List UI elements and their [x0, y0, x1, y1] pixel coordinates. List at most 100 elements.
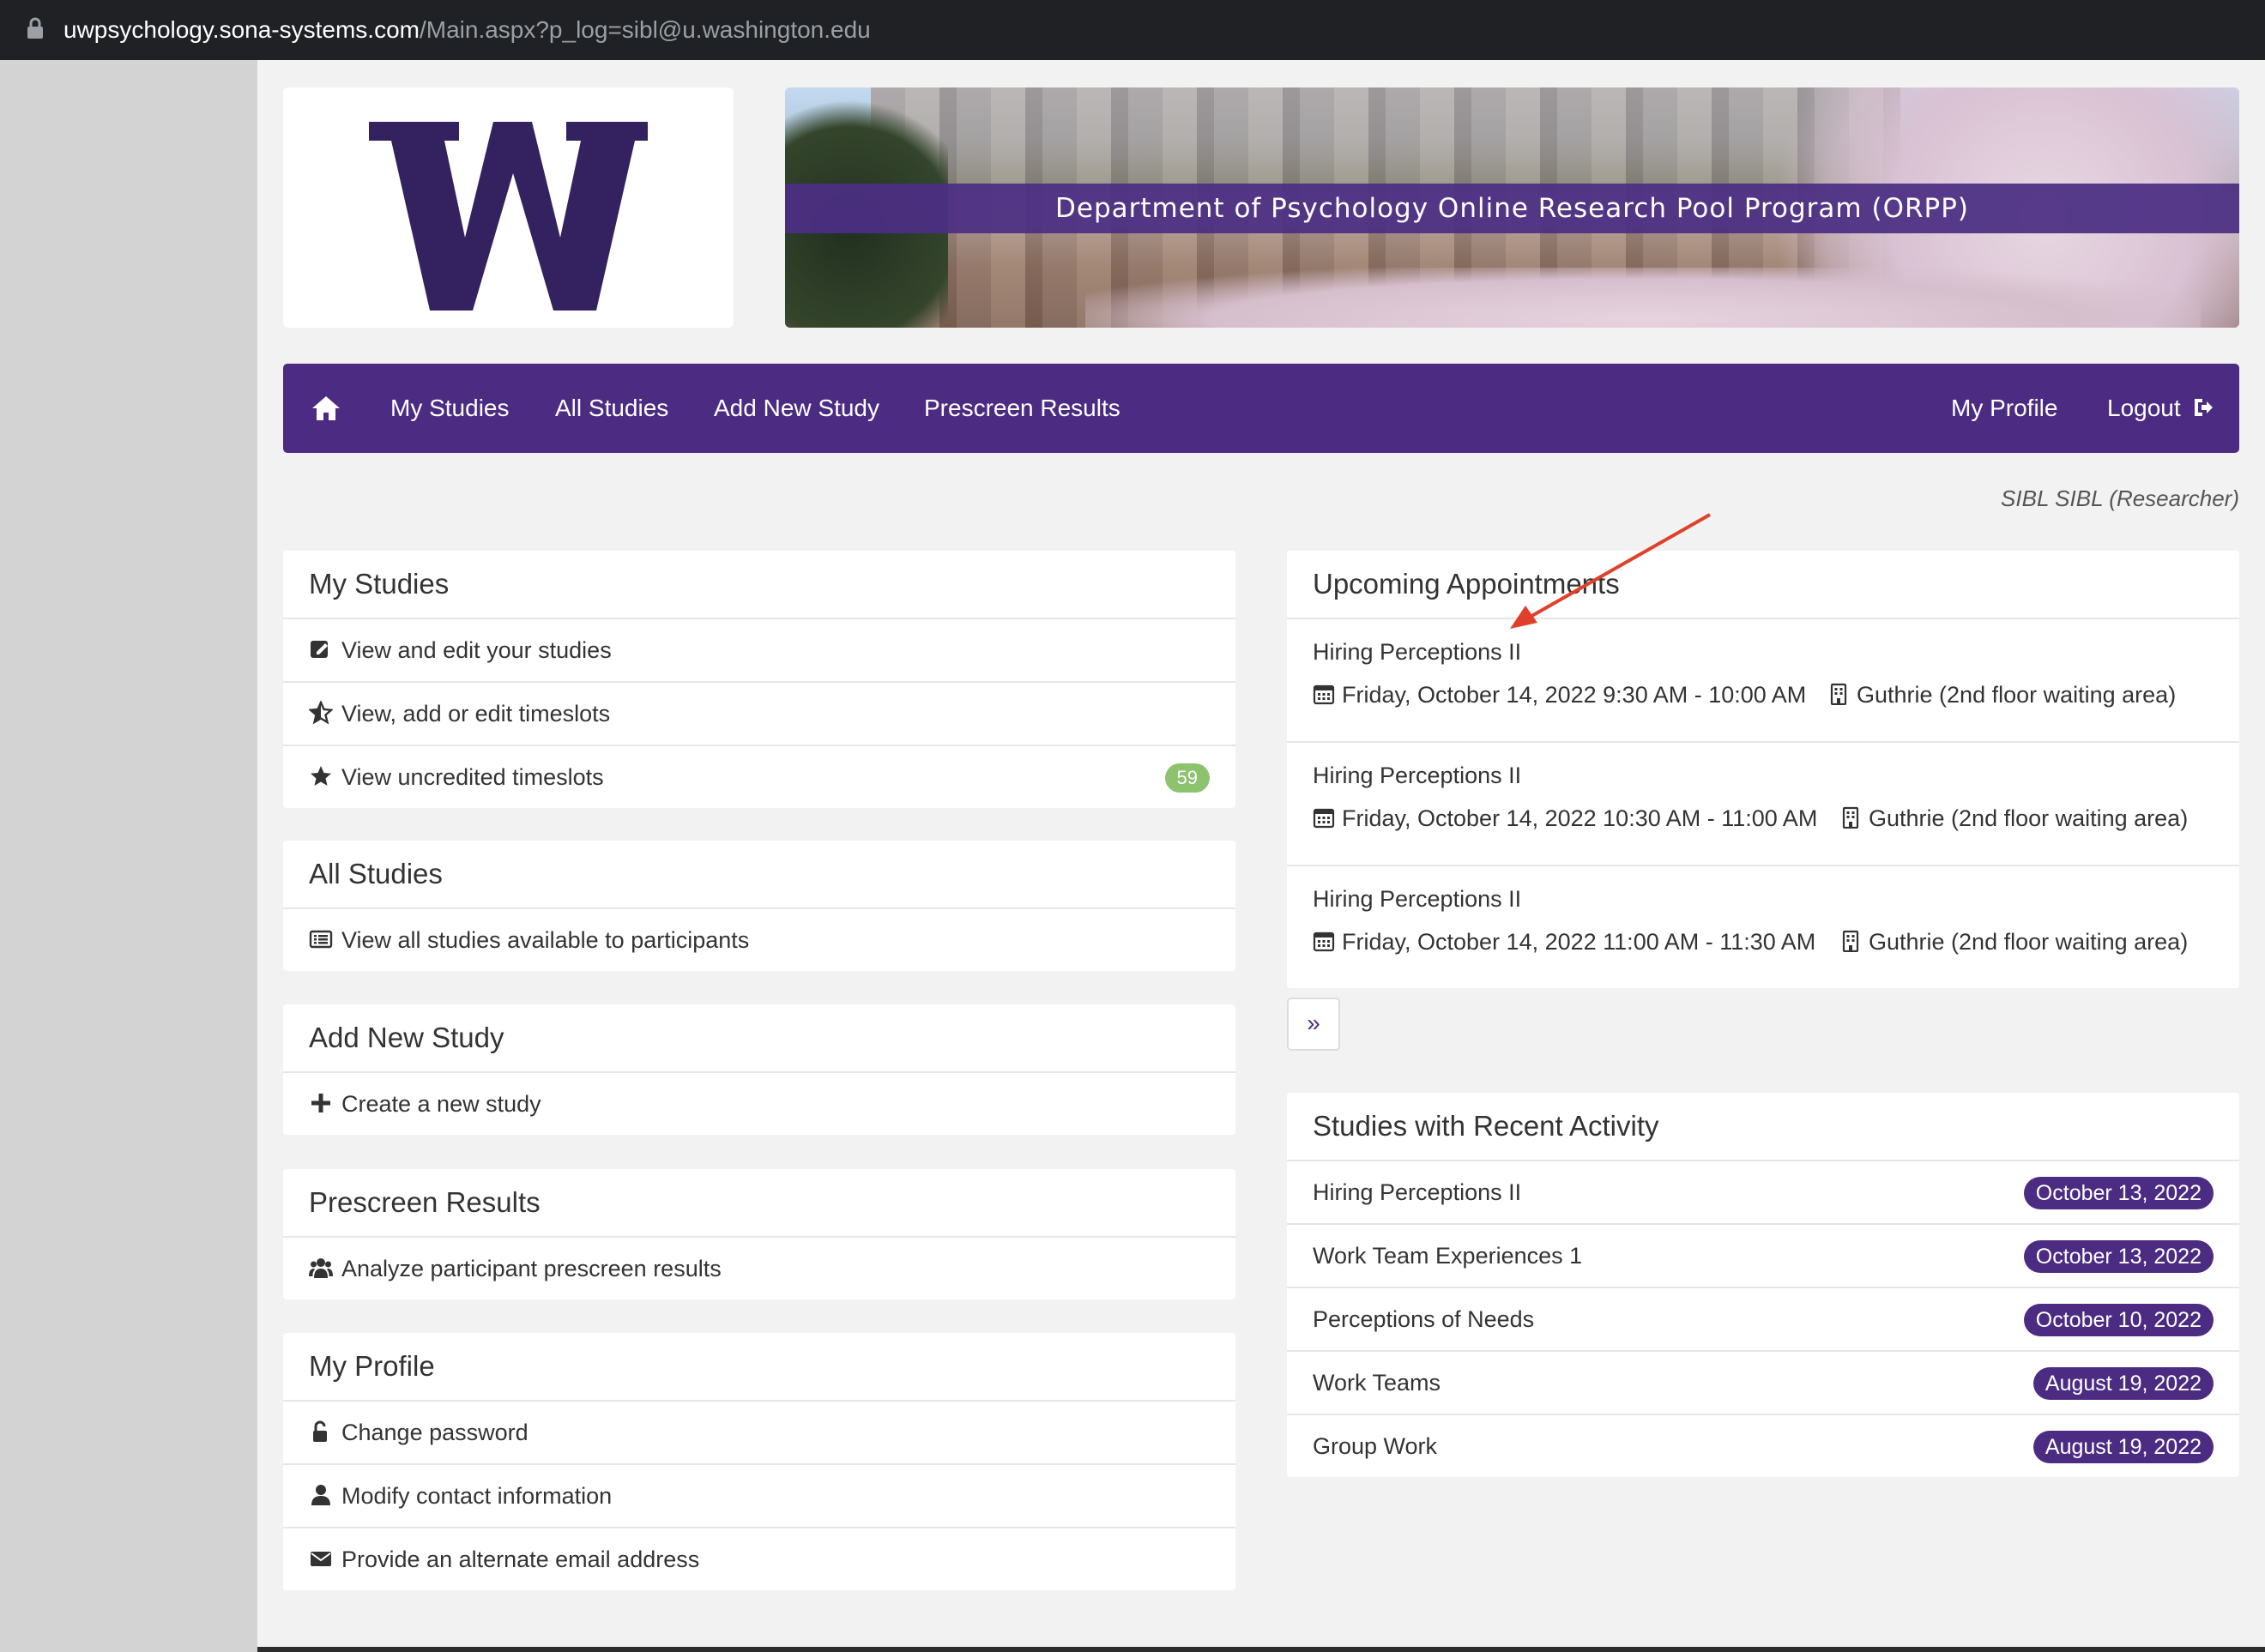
link-change-password[interactable]: Change password — [283, 1402, 1235, 1465]
edit-icon — [311, 640, 328, 658]
recent-study-row[interactable]: Group Work August 19, 2022 — [1287, 1415, 2239, 1477]
calendar-icon — [1313, 684, 1335, 704]
recent-study-name: Hiring Perceptions II — [1313, 1179, 1522, 1205]
user-icon — [311, 1484, 330, 1505]
appointment-location-text: Guthrie (2nd floor waiting area) — [1869, 805, 2189, 831]
link-modify-contact[interactable]: Modify contact information — [283, 1465, 1235, 1528]
appointment-study: Hiring Perceptions II — [1313, 886, 1522, 912]
banner-title: Department of Psychology Online Research… — [785, 184, 2239, 233]
url-path: /Main.aspx?p_log=sibl@u.washington.edu — [419, 16, 871, 43]
star-icon — [311, 765, 331, 786]
row-label: View uncredited timeslots — [341, 764, 604, 790]
nav-prescreen-results[interactable]: Prescreen Results — [924, 364, 1120, 453]
nav-my-profile[interactable]: My Profile — [1951, 364, 2057, 453]
row-label: Provide an alternate email address — [341, 1546, 700, 1572]
uw-logo[interactable] — [283, 87, 734, 328]
panel-recent-activity: Studies with Recent Activity Hiring Perc… — [1287, 1093, 2239, 1477]
recent-date-badge: October 13, 2022 — [2023, 1240, 2214, 1273]
lock-icon — [27, 17, 43, 39]
banner-blossoms-bottom — [1085, 268, 2201, 328]
home-icon[interactable] — [311, 395, 341, 422]
list-icon — [309, 930, 333, 949]
appointment-item[interactable]: Hiring Perceptions II Friday, October 14… — [1287, 866, 2239, 988]
link-uncredited-timeslots[interactable]: View uncredited timeslots 59 — [283, 746, 1235, 808]
row-label: View and edit your studies — [341, 637, 612, 663]
appointment-study: Hiring Perceptions II — [1313, 763, 1522, 788]
recent-date-badge: October 10, 2022 — [2023, 1304, 2214, 1336]
nav-logout-label: Logout — [2107, 395, 2181, 421]
appointment-time: Friday, October 14, 2022 9:30 AM - 10:00… — [1313, 678, 1806, 712]
appointment-item[interactable]: Hiring Perceptions II Friday, October 14… — [1287, 743, 2239, 866]
link-edit-timeslots[interactable]: View, add or edit timeslots — [283, 683, 1235, 746]
calendar-icon — [1313, 808, 1335, 828]
nav-logout[interactable]: Logout — [2107, 364, 2214, 453]
row-label: Modify contact information — [341, 1483, 613, 1509]
appointment-location: Guthrie (2nd floor waiting area) — [1827, 678, 2176, 712]
appointment-time-text: Friday, October 14, 2022 11:00 AM - 11:3… — [1342, 929, 1816, 955]
recent-date-badge: August 19, 2022 — [2032, 1431, 2214, 1463]
row-label: Change password — [341, 1420, 528, 1445]
panel-title: My Studies — [283, 551, 1235, 619]
link-analyze-prescreen[interactable]: Analyze participant prescreen results — [283, 1238, 1235, 1299]
appointment-location-text: Guthrie (2nd floor waiting area) — [1869, 929, 2189, 955]
url-host: uwpsychology.sona-systems.com — [63, 16, 420, 43]
footer-divider — [257, 1647, 2265, 1652]
panel-upcoming-appointments: Upcoming Appointments Hiring Perceptions… — [1287, 551, 2239, 988]
appointment-location: Guthrie (2nd floor waiting area) — [1839, 801, 2188, 835]
panel-title: Upcoming Appointments — [1287, 551, 2239, 619]
current-user: SIBL SIBL (Researcher) — [2001, 485, 2239, 511]
recent-study-name: Work Teams — [1313, 1370, 1441, 1396]
recent-date-badge: October 13, 2022 — [2023, 1177, 2214, 1209]
users-icon — [309, 1257, 333, 1278]
appointment-time-text: Friday, October 14, 2022 10:30 AM - 11:0… — [1342, 805, 1818, 831]
unlock-icon — [313, 1420, 327, 1442]
envelope-icon — [311, 1551, 331, 1566]
recent-study-name: Group Work — [1313, 1433, 1438, 1459]
panel-all-studies: All Studies View all studies available t… — [283, 841, 1235, 971]
building-icon — [1830, 683, 1847, 705]
nav-all-studies[interactable]: All Studies — [555, 364, 668, 453]
appointment-location-text: Guthrie (2nd floor waiting area) — [1857, 682, 2177, 708]
link-alternate-email[interactable]: Provide an alternate email address — [283, 1528, 1235, 1590]
nav-my-studies[interactable]: My Studies — [390, 364, 510, 453]
next-page-button[interactable]: » — [1287, 998, 1340, 1051]
appointment-time-text: Friday, October 14, 2022 9:30 AM - 10:00… — [1342, 682, 1807, 708]
star-half-icon — [309, 700, 333, 725]
panel-title: Add New Study — [283, 1004, 1235, 1073]
logout-icon — [2195, 398, 2214, 416]
row-label: View, add or edit timeslots — [341, 701, 611, 727]
recent-study-row[interactable]: Work Team Experiences 1 October 13, 2022 — [1287, 1225, 2239, 1288]
building-icon — [1842, 930, 1859, 952]
appointment-item[interactable]: Hiring Perceptions II Friday, October 14… — [1287, 619, 2239, 743]
header-banner: Department of Psychology Online Research… — [785, 87, 2239, 328]
w-logo-icon — [369, 122, 648, 311]
link-create-study[interactable]: Create a new study — [283, 1073, 1235, 1135]
panel-add-new-study: Add New Study Create a new study — [283, 1004, 1235, 1135]
browser-address-bar[interactable]: uwpsychology.sona-systems.com/Main.aspx?… — [0, 0, 2265, 60]
recent-study-row[interactable]: Hiring Perceptions II October 13, 2022 — [1287, 1161, 2239, 1225]
panel-title: Prescreen Results — [283, 1169, 1235, 1238]
link-view-all-studies[interactable]: View all studies available to participan… — [283, 909, 1235, 971]
appointment-time: Friday, October 14, 2022 11:00 AM - 11:3… — [1313, 925, 1815, 959]
panel-prescreen-results: Prescreen Results Analyze participant pr… — [283, 1169, 1235, 1299]
recent-study-name: Work Team Experiences 1 — [1313, 1243, 1583, 1269]
appointment-time: Friday, October 14, 2022 10:30 AM - 11:0… — [1313, 801, 1817, 835]
row-label: Analyze participant prescreen results — [341, 1256, 722, 1281]
panel-title: My Profile — [283, 1333, 1235, 1402]
panel-title: All Studies — [283, 841, 1235, 909]
panel-title: Studies with Recent Activity — [1287, 1093, 2239, 1161]
recent-study-row[interactable]: Perceptions of Needs October 10, 2022 — [1287, 1288, 2239, 1352]
recent-study-row[interactable]: Work Teams August 19, 2022 — [1287, 1352, 2239, 1415]
link-view-edit-studies[interactable]: View and edit your studies — [283, 619, 1235, 683]
plus-icon — [311, 1093, 330, 1112]
panel-my-studies: My Studies View and edit your studies Vi… — [283, 551, 1235, 808]
left-gutter — [0, 60, 257, 1652]
row-label: View all studies available to participan… — [341, 927, 750, 953]
recent-date-badge: August 19, 2022 — [2032, 1367, 2214, 1400]
calendar-icon — [1313, 932, 1335, 951]
recent-study-name: Perceptions of Needs — [1313, 1306, 1535, 1332]
nav-add-new-study[interactable]: Add New Study — [714, 364, 879, 453]
row-label: Create a new study — [341, 1091, 541, 1117]
main-navbar: My Studies All Studies Add New Study Pre… — [283, 364, 2239, 453]
url-text[interactable]: uwpsychology.sona-systems.com/Main.aspx?… — [63, 14, 871, 46]
